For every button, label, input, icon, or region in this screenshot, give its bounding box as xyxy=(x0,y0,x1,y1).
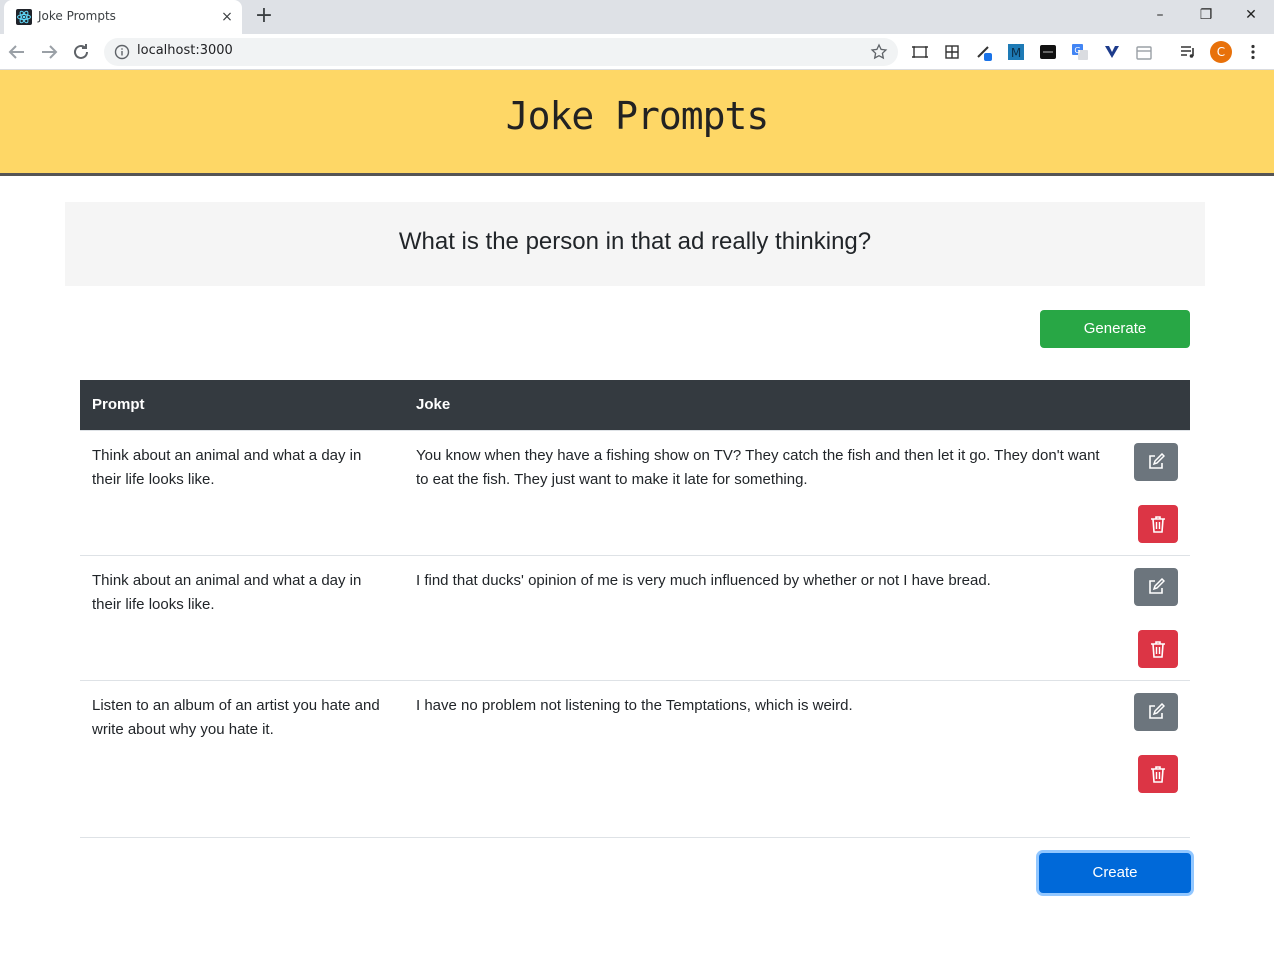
info-icon[interactable] xyxy=(114,44,130,60)
column-header-prompt: Prompt xyxy=(92,396,145,413)
box-extension-icon[interactable] xyxy=(1135,43,1153,61)
create-button[interactable]: Create xyxy=(1039,853,1191,893)
edit-icon xyxy=(1149,703,1165,719)
delete-button[interactable] xyxy=(1138,630,1178,668)
prompt-cell: Listen to an album of an artist you hate… xyxy=(92,697,380,738)
svg-text:G: G xyxy=(1074,46,1080,55)
edit-button[interactable] xyxy=(1134,568,1178,606)
prompt-cell: Think about an animal and what a day in … xyxy=(92,572,362,613)
minimize-window-icon[interactable]: – xyxy=(1137,0,1183,30)
screenshot-extension-icon[interactable] xyxy=(911,43,929,61)
reload-icon[interactable] xyxy=(69,40,93,64)
trash-icon xyxy=(1151,766,1165,783)
profile-avatar[interactable]: C xyxy=(1210,41,1232,63)
translate-extension-icon[interactable]: G xyxy=(1071,43,1089,61)
maximize-window-icon[interactable]: ❐ xyxy=(1183,0,1229,30)
svg-text:M: M xyxy=(1011,46,1021,60)
prompt-cell: Think about an animal and what a day in … xyxy=(92,447,362,488)
table-row: Think about an animal and what a day in … xyxy=(80,555,1190,680)
more-menu-icon[interactable] xyxy=(1244,43,1262,61)
joke-cell: I find that ducks' opinion of me is very… xyxy=(416,572,991,589)
react-logo-icon xyxy=(16,9,32,25)
page-header: Joke Prompts xyxy=(0,70,1274,176)
tab-title: Joke Prompts xyxy=(38,9,116,23)
edit-button[interactable] xyxy=(1134,443,1178,481)
current-prompt: What is the person in that ad really thi… xyxy=(398,228,872,255)
edit-icon xyxy=(1149,453,1165,469)
generate-button[interactable]: Generate xyxy=(1040,310,1190,348)
trash-icon xyxy=(1151,641,1165,658)
url-text[interactable]: localhost:3000 xyxy=(137,43,233,58)
browser-tab[interactable]: Joke Prompts × xyxy=(4,0,242,34)
browser-tab-strip: Joke Prompts × + – ❐ ✕ xyxy=(0,0,1274,34)
delete-button[interactable] xyxy=(1138,505,1178,543)
dark-extension-icon[interactable] xyxy=(1039,43,1057,61)
delete-button[interactable] xyxy=(1138,755,1178,793)
jokes-table: Prompt Joke Think about an animal and wh… xyxy=(80,380,1190,805)
v-extension-icon[interactable] xyxy=(1103,43,1121,61)
table-bottom-divider xyxy=(80,837,1190,838)
bookmark-star-icon[interactable] xyxy=(870,43,888,61)
forward-arrow-icon[interactable] xyxy=(37,40,61,64)
page-title: Joke Prompts xyxy=(505,94,770,138)
m-extension-icon[interactable]: M xyxy=(1007,43,1025,61)
close-window-icon[interactable]: ✕ xyxy=(1228,0,1274,30)
column-header-joke: Joke xyxy=(416,396,451,413)
grid-extension-icon[interactable] xyxy=(943,43,961,61)
table-row: Think about an animal and what a day in … xyxy=(80,430,1190,555)
media-queue-icon[interactable] xyxy=(1179,43,1197,61)
profile-initial: C xyxy=(1216,45,1226,59)
prompt-banner: What is the person in that ad really thi… xyxy=(65,202,1205,286)
joke-cell: You know when they have a fishing show o… xyxy=(416,447,1100,488)
close-tab-icon[interactable]: × xyxy=(218,8,236,26)
pen-extension-icon[interactable] xyxy=(975,43,993,61)
joke-cell: I have no problem not listening to the T… xyxy=(416,697,853,714)
back-arrow-icon[interactable] xyxy=(5,40,29,64)
new-tab-button[interactable]: + xyxy=(252,5,276,29)
table-header: Prompt Joke xyxy=(80,380,1190,430)
edit-button[interactable] xyxy=(1134,693,1178,731)
table-row: Listen to an album of an artist you hate… xyxy=(80,680,1190,805)
edit-icon xyxy=(1149,578,1165,594)
trash-icon xyxy=(1151,516,1165,533)
browser-toolbar: localhost:3000 M G C xyxy=(0,34,1274,70)
address-bar[interactable]: localhost:3000 xyxy=(104,38,898,66)
